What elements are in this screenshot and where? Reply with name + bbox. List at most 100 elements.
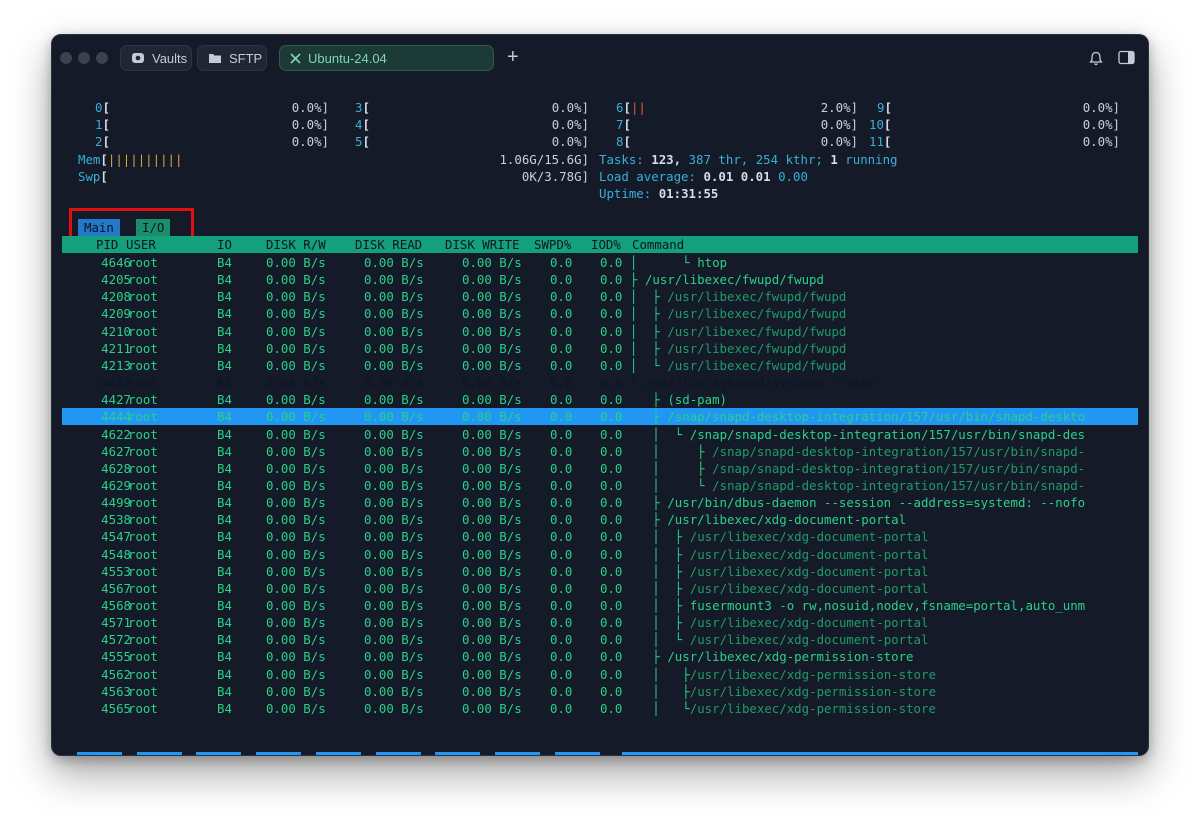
tree-branch: │ ├ [630,563,690,579]
tab-label: Vaults [152,50,188,66]
disk-rw: 0.00 B/s [266,392,326,408]
bell-icon[interactable] [1089,51,1103,70]
disk-read: 0.00 B/s [364,495,424,511]
process-row[interactable]: 4622 root B4 0.00 B/s 0.00 B/s 0.00 B/s 0.0 0.0… [62,426,1138,443]
process-row[interactable]: 4499 root B4 0.00 B/s 0.00 B/s 0.00 B/s 0.0 0.0… [62,494,1138,511]
col-io[interactable]: IO [217,236,232,253]
fkey-f2[interactable]: F2 [121,752,137,755]
process-row[interactable]: 4628 root B4 0.00 B/s 0.00 B/s 0.00 B/s 0.0 0.0… [62,460,1138,477]
close-window-button[interactable] [60,52,72,64]
iod: 0.0 [600,649,623,665]
cpu-value-5: 0.0%] [551,134,589,149]
process-row[interactable]: 4646 root B4 0.00 B/s 0.00 B/s 0.00 B/s 0.0 0.0… [62,254,1138,271]
io-class: B4 [217,306,232,322]
swpd: 0.0 [550,460,573,476]
col-disk-read[interactable]: DISK READ [355,236,422,253]
process-row[interactable]: 4571 root B4 0.00 B/s 0.00 B/s 0.00 B/s 0.0 0.0… [62,614,1138,631]
pid: 4553 [101,563,131,579]
col-command[interactable]: Command [632,236,684,253]
disk-write: 0.00 B/s [462,460,522,476]
process-row[interactable]: 4563 root B4 0.00 B/s 0.00 B/s 0.00 B/s 0.0 0.0… [62,683,1138,700]
fkey-label[interactable]: Nice + [495,752,541,755]
fkey-label[interactable]: List [315,752,361,755]
tab-ubuntu[interactable]: Ubuntu-24.04 [279,45,494,71]
process-row[interactable]: 4211 root B4 0.00 B/s 0.00 B/s 0.00 B/s 0.0 0.0… [62,340,1138,357]
fkey-label[interactable]: SortBy [375,752,421,755]
fkey-f4[interactable]: F4 [241,752,257,755]
process-row[interactable]: 4553 root B4 0.00 B/s 0.00 B/s 0.00 B/s 0.0 0.0… [62,563,1138,580]
process-row[interactable]: 4444 root B4 0.00 B/s 0.00 B/s 0.00 B/s 0.0 0.0… [62,408,1138,425]
disk-read: 0.00 B/s [364,289,424,305]
fkey-f7[interactable]: F7 [420,752,436,755]
disk-rw: 0.00 B/s [266,443,326,459]
disk-rw: 0.00 B/s [266,632,326,648]
zoom-window-button[interactable] [96,52,108,64]
process-row[interactable]: 4213 root B4 0.00 B/s 0.00 B/s 0.00 B/s 0.0 0.0… [62,357,1138,374]
process-row[interactable]: 4629 root B4 0.00 B/s 0.00 B/s 0.00 B/s 0.0 0.0… [62,477,1138,494]
disk-read: 0.00 B/s [364,615,424,631]
sidebar-toggle-icon[interactable] [1118,50,1135,69]
fkey-label[interactable]: Setup [136,752,182,755]
disk-write: 0.00 B/s [462,580,522,596]
col-disk-write[interactable]: DISK WRITE [445,236,520,253]
tree-branch: │ ├ [630,683,690,699]
disk-read: 0.00 B/s [364,340,424,356]
tab-vaults[interactable]: Vaults [120,45,192,71]
process-row[interactable]: 4568 root B4 0.00 B/s 0.00 B/s 0.00 B/s 0.0 0.0… [62,597,1138,614]
minimize-window-button[interactable] [78,52,90,64]
process-row[interactable]: 4422 root B4 0.00 B/s 0.00 B/s 0.00 B/s 0.0 0.0… [62,374,1138,391]
process-row[interactable]: 4538 root B4 0.00 B/s 0.00 B/s 0.00 B/s 0.0 0.0… [62,511,1138,528]
fkey-f10[interactable]: F10 [599,752,623,755]
pid: 4422 [101,375,131,391]
tree-branch: │ ├ [630,289,668,305]
fkey-f3[interactable]: F3 [181,752,197,755]
fkey-f1[interactable]: F1 [62,752,77,755]
command: /usr/libexec/xdg-document-portal [689,546,929,562]
io-class: B4 [217,495,232,511]
process-row[interactable]: 4210 root B4 0.00 B/s 0.00 B/s 0.00 B/s 0.0 0.0… [62,323,1138,340]
fkey-f5[interactable]: F5 [301,752,316,755]
col-user[interactable]: USER [126,236,156,253]
fkey-f8[interactable]: F8 [480,752,496,755]
fkey-label[interactable]: Search [196,752,242,755]
disk-write: 0.00 B/s [462,272,522,288]
col-iod[interactable]: IOD% [591,236,621,253]
htop-terminal[interactable]: 0[ 0.0%] 1[ 0.0%] 2[ 0.0%] 3[ 0.0%] 4[ 0… [62,97,1138,755]
disk-write: 0.00 B/s [462,409,522,425]
pid: 4547 [101,529,131,545]
fkey-label[interactable]: Nice - [435,752,481,755]
process-row[interactable]: 4205 root B4 0.00 B/s 0.00 B/s 0.00 B/s 0.0 0.0… [62,271,1138,288]
fkey-label[interactable]: Help [76,752,122,755]
process-row[interactable]: 4555 root B4 0.00 B/s 0.00 B/s 0.00 B/s 0.0 0.0… [62,648,1138,665]
pid: 4646 [101,255,131,270]
tab-sftp[interactable]: SFTP [197,45,267,71]
col-pid[interactable]: PID [96,236,118,253]
swpd: 0.0 [550,683,573,699]
process-row[interactable]: 4572 root B4 0.00 B/s 0.00 B/s 0.00 B/s 0.0 0.0… [62,631,1138,648]
process-row[interactable]: 4565 root B4 0.00 B/s 0.00 B/s 0.00 B/s 0.0 0.0… [62,700,1138,717]
fkey-label[interactable]: Kill [555,752,600,755]
disk-rw: 0.00 B/s [266,255,326,270]
process-row[interactable]: 4427 root B4 0.00 B/s 0.00 B/s 0.00 B/s 0.0 0.0… [62,391,1138,408]
process-row[interactable]: 4567 root B4 0.00 B/s 0.00 B/s 0.00 B/s 0.0 0.0… [62,580,1138,597]
iod: 0.0 [600,323,623,339]
fkey-f6[interactable]: F6 [360,752,376,755]
close-icon[interactable] [290,52,301,64]
process-row[interactable]: 4627 root B4 0.00 B/s 0.00 B/s 0.00 B/s 0.0 0.0… [62,443,1138,460]
process-row[interactable]: 4562 root B4 0.00 B/s 0.00 B/s 0.00 B/s 0.0 0.0… [62,666,1138,683]
cpu-meter-4: 4[ [355,117,370,132]
process-row[interactable]: 4208 root B4 0.00 B/s 0.00 B/s 0.00 B/s 0.0 0.0… [62,288,1138,305]
fkey-f9[interactable]: F9 [540,752,555,755]
new-tab-button[interactable]: + [507,46,519,68]
swpd: 0.0 [550,477,573,493]
command: /usr/libexec/xdg-document-portal [689,615,929,631]
process-row[interactable]: 4209 root B4 0.00 B/s 0.00 B/s 0.00 B/s 0.0 0.0… [62,305,1138,322]
fkey-label[interactable]: Quit [622,752,653,755]
process-row[interactable]: 4548 root B4 0.00 B/s 0.00 B/s 0.00 B/s 0.0 0.0… [62,546,1138,563]
disk-rw: 0.00 B/s [266,512,326,528]
disk-write: 0.00 B/s [462,512,522,528]
fkey-label[interactable]: Filter [256,752,301,755]
col-disk-rw[interactable]: DISK R/W [266,236,326,253]
process-row[interactable]: 4547 root B4 0.00 B/s 0.00 B/s 0.00 B/s 0.0 0.0… [62,528,1138,545]
col-swpd[interactable]: SWPD% [534,236,571,253]
